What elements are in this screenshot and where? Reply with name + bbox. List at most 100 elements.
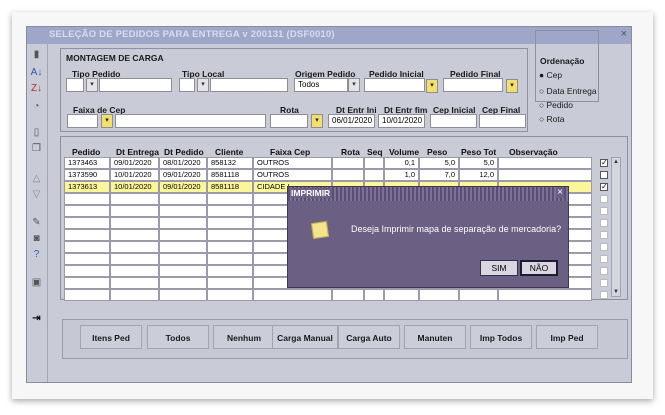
grid-cell-rota[interactable] [332, 157, 364, 169]
close-icon[interactable]: × [621, 28, 627, 40]
tipo-local-field[interactable] [179, 78, 195, 92]
grid-cell-cliente[interactable]: 8581118 [207, 169, 253, 181]
nenhum-button[interactable]: Nenhum [213, 325, 275, 349]
grid-cell-dt-entrega[interactable] [110, 265, 159, 277]
cep-inicial-field[interactable] [430, 114, 477, 128]
grid-cell-obs[interactable] [498, 169, 592, 181]
grid-cell-dt-pedido[interactable]: 09/01/2020 [159, 181, 207, 193]
grid-cell-pedido[interactable] [64, 253, 110, 265]
tipo-pedido-field[interactable] [66, 78, 84, 92]
grid-cell-dt-entrega[interactable] [110, 193, 159, 205]
grid-cell-pedido[interactable] [64, 277, 110, 289]
grid-cell-dt-entrega[interactable]: 10/01/2020 [110, 181, 159, 193]
grid-cell-seq[interactable] [364, 289, 384, 301]
table-row[interactable]: 1373590 10/01/2020 09/01/2020 8581118 OUTROS… [64, 169, 608, 181]
page-icon[interactable]: ▯ [30, 126, 43, 139]
grid-cell-peso-tot[interactable]: 12,0 [459, 169, 498, 181]
grid-cell-seq[interactable] [364, 157, 384, 169]
origem-pedido-dropdown[interactable]: ▾ [348, 78, 360, 92]
ordenacao-option-data-entrega[interactable]: ○ Data Entrega [539, 86, 597, 96]
grid-cell-pedido[interactable]: 1373590 [64, 169, 110, 181]
grid-cell-dt-entrega[interactable]: 10/01/2020 [110, 169, 159, 181]
carga-auto-button[interactable]: Carga Auto [338, 325, 400, 349]
row-select-checkbox[interactable] [600, 219, 608, 227]
faixa-cep-lookup[interactable]: ▾ [101, 114, 113, 128]
manuten-button[interactable]: Manuten [404, 325, 466, 349]
grid-cell-obs[interactable] [498, 157, 592, 169]
grid-cell-dt-pedido[interactable] [159, 289, 207, 301]
row-select-checkbox[interactable] [600, 195, 608, 203]
sim-button[interactable]: SIM [480, 260, 518, 276]
grid-cell-dt-pedido[interactable] [159, 241, 207, 253]
row-select-checkbox[interactable] [600, 267, 608, 275]
imp-ped-button[interactable]: Imp Ped [536, 325, 598, 349]
pedido-final-field[interactable] [443, 78, 503, 92]
grid-cell-dt-entrega[interactable] [110, 229, 159, 241]
grid-cell-cliente[interactable] [207, 289, 253, 301]
grid-cell-cliente[interactable] [207, 265, 253, 277]
grid-cell-pedido[interactable]: 1373463 [64, 157, 110, 169]
grid-cell-cliente[interactable] [207, 277, 253, 289]
grid-cell-pedido[interactable] [64, 217, 110, 229]
grid-cell-peso[interactable]: 7,0 [419, 169, 459, 181]
origem-pedido-select[interactable]: Todos [294, 78, 348, 92]
tipo-local-desc[interactable] [210, 78, 288, 92]
grid-cell-dt-pedido[interactable] [159, 229, 207, 241]
grid-cell-rota[interactable] [332, 169, 364, 181]
grid-cell-peso[interactable] [419, 289, 459, 301]
grid-cell-dt-entrega[interactable] [110, 289, 159, 301]
rota-field[interactable] [270, 114, 308, 128]
grid-cell-faixa-cep[interactable] [253, 289, 332, 301]
nao-button[interactable]: NÃO [520, 260, 558, 276]
row-select-checkbox[interactable] [600, 207, 608, 215]
tipo-pedido-dropdown[interactable]: ▾ [86, 78, 98, 92]
clock-icon[interactable]: ◔ [30, 100, 43, 113]
row-select-checkbox[interactable] [600, 291, 608, 299]
grid-cell-dt-pedido[interactable]: 09/01/2020 [159, 169, 207, 181]
row-select-checkbox[interactable]: ✓ [600, 159, 608, 167]
pedido-inicial-field[interactable] [364, 78, 425, 92]
dt-entr-fim-field[interactable]: 10/01/2020 [378, 114, 425, 128]
camera-icon[interactable]: ◙ [30, 232, 43, 245]
grid-cell-dt-pedido[interactable] [159, 265, 207, 277]
grid-cell-dt-entrega[interactable] [110, 217, 159, 229]
grid-scrollbar[interactable]: ▲ ▼ [611, 157, 621, 297]
grid-cell-volume[interactable] [384, 289, 419, 301]
row-select-checkbox[interactable] [600, 279, 608, 287]
ordenacao-option-rota[interactable]: ○ Rota [539, 114, 564, 124]
imp-todos-button[interactable]: Imp Todos [470, 325, 532, 349]
help-icon[interactable]: ? [30, 248, 43, 261]
save-icon[interactable]: ▣ [30, 276, 43, 289]
grid-cell-cliente[interactable] [207, 205, 253, 217]
grid-cell-cliente[interactable] [207, 229, 253, 241]
sort-za-icon[interactable]: Z↓ [30, 82, 43, 95]
grid-cell-dt-entrega[interactable]: 09/01/2020 [110, 157, 159, 169]
grid-cell-dt-entrega[interactable] [110, 253, 159, 265]
grid-cell-rota[interactable] [332, 289, 364, 301]
copy-icon[interactable]: ❐ [30, 142, 43, 155]
grid-cell-pedido[interactable] [64, 289, 110, 301]
grid-cell-dt-pedido[interactable] [159, 205, 207, 217]
scroll-down-icon[interactable]: ▼ [613, 289, 619, 295]
pedido-final-lookup[interactable]: ▾ [506, 79, 518, 93]
grid-cell-seq[interactable] [364, 169, 384, 181]
grid-cell-pedido[interactable]: 1373613 [64, 181, 110, 193]
row-select-checkbox[interactable] [600, 255, 608, 263]
grid-cell-pedido[interactable] [64, 241, 110, 253]
grid-cell-faixa-cep[interactable]: OUTROS [253, 157, 332, 169]
cep-final-field[interactable] [479, 114, 526, 128]
grid-cell-peso-tot[interactable]: 5,0 [459, 157, 498, 169]
grid-cell-dt-pedido[interactable] [159, 217, 207, 229]
table-row[interactable]: 1373463 09/01/2020 08/01/2020 858132 OUTROS 0… [64, 157, 608, 169]
down-arrow-icon[interactable]: ▽ [30, 188, 43, 201]
grid-cell-cliente[interactable] [207, 193, 253, 205]
grid-cell-pedido[interactable] [64, 229, 110, 241]
grid-cell-dt-entrega[interactable] [110, 241, 159, 253]
row-select-checkbox[interactable] [600, 243, 608, 251]
grid-cell-cliente[interactable] [207, 253, 253, 265]
ordenacao-option-pedido[interactable]: ○ Pedido [539, 100, 573, 110]
scroll-up-icon[interactable]: ▲ [613, 159, 619, 165]
grid-cell-dt-pedido[interactable] [159, 193, 207, 205]
grid-cell-cliente[interactable] [207, 217, 253, 229]
grid-cell-dt-entrega[interactable] [110, 277, 159, 289]
